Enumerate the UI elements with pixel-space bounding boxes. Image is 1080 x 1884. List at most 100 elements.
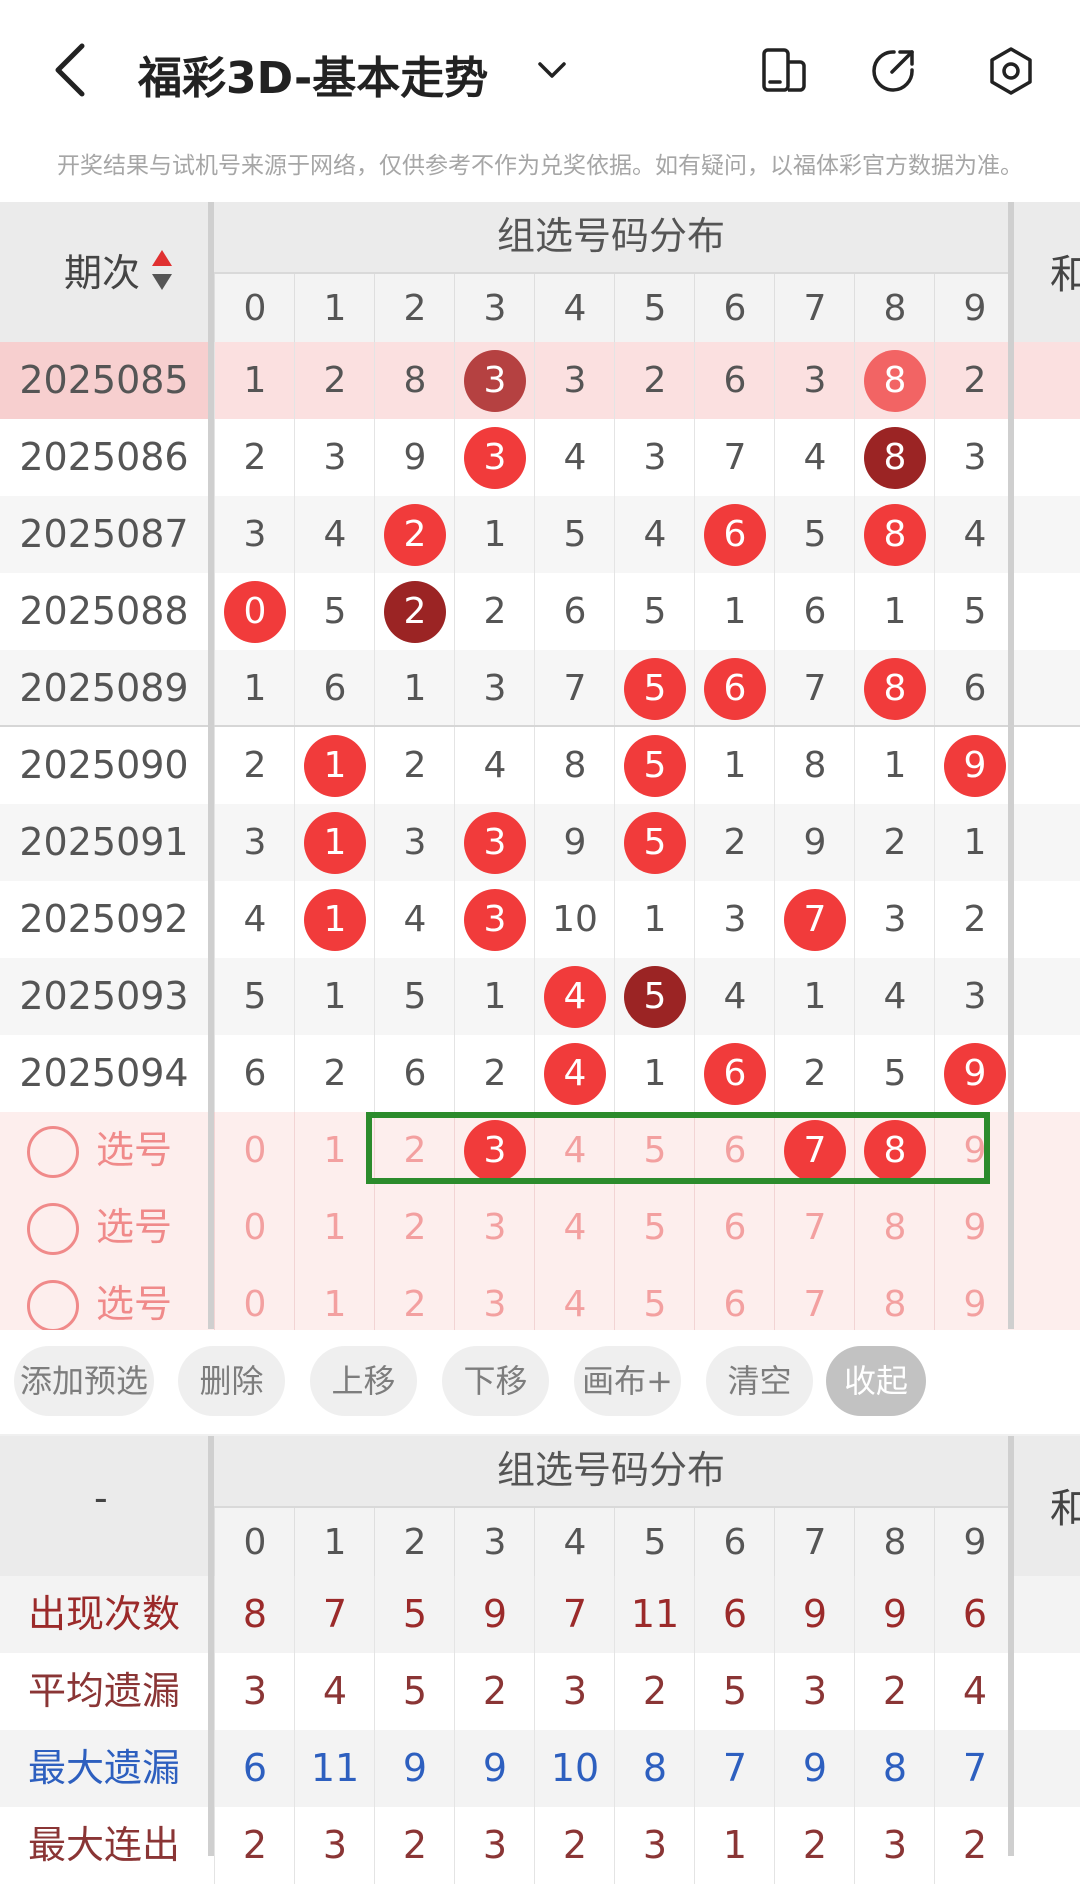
winning-number-ball: 9 — [944, 734, 1006, 797]
number-select-row: 选号 0 1 2 3 4 5 6 7 8 9 — [0, 1189, 1080, 1266]
stats-cell: 2 — [934, 1807, 1015, 1884]
issue-number[interactable]: 2025087 — [0, 496, 208, 573]
stats-corner-label: - — [94, 1476, 108, 1520]
select-number-cell[interactable]: 8 — [854, 1189, 935, 1266]
trend-cell: 1 — [294, 881, 375, 958]
select-number-cell[interactable]: 0 — [214, 1189, 295, 1266]
winning-number-ball: 6 — [704, 1042, 766, 1105]
issue-number[interactable]: 2025088 — [0, 573, 208, 650]
issue-number[interactable]: 2025089 — [0, 650, 208, 727]
sort-icon[interactable] — [150, 248, 174, 292]
delete-button[interactable]: 删除 — [178, 1346, 285, 1416]
issue-number[interactable]: 2025085 — [0, 342, 208, 419]
digit-header: 3 — [454, 1508, 535, 1578]
page-title[interactable]: 福彩3D-基本走势 — [138, 42, 488, 106]
select-number-cell[interactable]: 6 — [694, 1189, 775, 1266]
column-divider — [1008, 202, 1014, 1329]
select-number-cell[interactable]: 0 — [214, 1112, 295, 1189]
stats-cell: 2 — [614, 1653, 695, 1730]
select-number-cell[interactable]: 2 — [374, 1189, 455, 1266]
digit-header: 5 — [614, 1508, 695, 1578]
canvas-plus-button[interactable]: 画布+ — [574, 1346, 681, 1416]
issue-number[interactable]: 2025094 — [0, 1035, 208, 1112]
issue-number[interactable]: 2025093 — [0, 958, 208, 1035]
stats-cell: 3 — [454, 1807, 535, 1884]
compare-pages-icon[interactable] — [758, 46, 808, 96]
move-down-button[interactable]: 下移 — [442, 1346, 549, 1416]
winning-number-ball: 4 — [544, 965, 606, 1028]
winning-number-ball: 8 — [864, 503, 926, 566]
select-number-cell[interactable]: 5 — [614, 1189, 695, 1266]
digit-header: 4 — [534, 274, 615, 344]
clear-button[interactable]: 清空 — [706, 1346, 813, 1416]
stats-cell: 11 — [294, 1730, 375, 1807]
back-arrow-icon[interactable] — [44, 38, 104, 102]
select-number-cell[interactable]: 3 — [454, 1189, 535, 1266]
trend-cell: 3 — [294, 419, 375, 496]
trend-cell: 1 — [854, 727, 935, 804]
stats-cell: 9 — [454, 1730, 535, 1807]
stats-cell: 2 — [534, 1807, 615, 1884]
share-icon[interactable] — [868, 46, 918, 96]
trend-cell: 3 — [854, 881, 935, 958]
stats-cell: 4 — [294, 1653, 375, 1730]
add-preselect-button[interactable]: 添加预选 — [14, 1346, 154, 1416]
trend-cell: 5 — [614, 650, 695, 727]
select-number-cell[interactable]: 7 — [774, 1189, 855, 1266]
move-up-button[interactable]: 上移 — [310, 1346, 417, 1416]
select-row-radio[interactable] — [27, 1280, 79, 1332]
issue-number[interactable]: 2025091 — [0, 804, 208, 881]
collapse-button[interactable]: 收起 — [826, 1346, 926, 1416]
select-number-cell[interactable]: 1 — [294, 1112, 375, 1189]
stats-cell: 4 — [934, 1653, 1015, 1730]
stats-cell: 3 — [534, 1653, 615, 1730]
select-number-cell[interactable]: 9 — [934, 1189, 1015, 1266]
winning-number-ball: 2 — [384, 503, 446, 566]
trend-cell: 3 — [694, 881, 775, 958]
trend-cell: 1 — [214, 342, 295, 419]
group-distribution-header: 组选号码分布 — [214, 202, 1008, 272]
stats-cell: 3 — [214, 1653, 295, 1730]
stats-cell: 7 — [694, 1730, 775, 1807]
trend-cell: 2 — [454, 1035, 535, 1112]
settings-icon[interactable] — [986, 46, 1036, 96]
winning-number-ball: 8 — [864, 426, 926, 489]
stats-cell: 5 — [374, 1653, 455, 1730]
trend-cell: 8 — [774, 727, 855, 804]
trend-cell: 4 — [614, 496, 695, 573]
chevron-down-icon[interactable] — [532, 50, 572, 90]
trend-cell: 1 — [214, 650, 295, 727]
issue-number[interactable]: 2025092 — [0, 881, 208, 958]
winning-number-ball: 0 — [224, 580, 286, 643]
app-header: 福彩3D-基本走势 — [0, 0, 1080, 140]
trend-cell: 4 — [294, 496, 375, 573]
winning-number-ball: 6 — [704, 657, 766, 720]
trend-cell: 1 — [294, 804, 375, 881]
period-column-header[interactable]: 期次 — [0, 202, 208, 342]
trend-cell: 6 — [534, 573, 615, 650]
trend-cell: 2 — [374, 727, 455, 804]
trend-cell: 7 — [534, 650, 615, 727]
trend-cell: 1 — [614, 1035, 695, 1112]
issue-number[interactable]: 2025086 — [0, 419, 208, 496]
trend-cell: 6 — [694, 1035, 775, 1112]
sum-label: 和 — [1050, 252, 1080, 298]
stats-row: 最大遗漏 6 11 9 9 10 8 7 9 8 7 — [0, 1730, 1080, 1807]
select-number-cell[interactable]: 4 — [534, 1189, 615, 1266]
select-row-radio[interactable] — [27, 1203, 79, 1255]
issue-number[interactable]: 2025090 — [0, 727, 208, 804]
trend-cell: 3 — [454, 650, 535, 727]
action-bar: 添加预选 删除 上移 下移 画布+ 清空 收起 — [0, 1330, 1080, 1434]
stats-cell: 5 — [374, 1576, 455, 1653]
trend-cell: 5 — [934, 573, 1015, 650]
trend-cell: 5 — [854, 1035, 935, 1112]
select-number-cell[interactable]: 1 — [294, 1189, 375, 1266]
select-row-radio[interactable] — [27, 1126, 79, 1178]
select-row-label: 选号 — [96, 1205, 173, 1249]
digit-header: 8 — [854, 274, 935, 344]
winning-number-ball: 3 — [464, 349, 526, 412]
digit-header: 3 — [454, 274, 535, 344]
trend-row: 2025089 1 6 1 3 7 5 6 7 8 6 — [0, 650, 1080, 727]
stats-cell: 9 — [774, 1730, 855, 1807]
trend-cell: 8 — [854, 496, 935, 573]
